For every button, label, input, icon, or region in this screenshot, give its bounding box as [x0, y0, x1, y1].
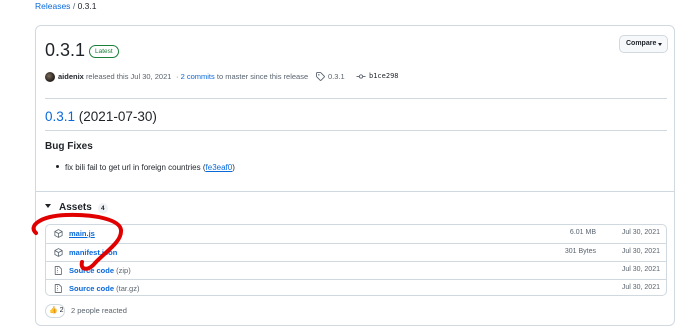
triangle-down-icon: [45, 204, 51, 209]
file-zip-icon: [54, 284, 62, 293]
section-title: Bug Fixes: [45, 141, 93, 152]
divider: [45, 130, 667, 131]
divider: [36, 191, 674, 192]
separator-dot: ·: [176, 72, 179, 81]
tag-link[interactable]: 0.3.1: [328, 71, 345, 82]
asset-link-main-js[interactable]: main.js: [69, 229, 95, 238]
breadcrumb-releases-link[interactable]: Releases: [35, 1, 70, 11]
version-date: (2021-07-30): [78, 109, 157, 124]
asset-date: Jul 30, 2021: [621, 229, 660, 236]
reaction-count: 2: [59, 307, 64, 314]
asset-row: Source code (zip) Jul 30, 2021: [46, 261, 666, 279]
latest-badge: Latest: [89, 45, 119, 58]
release-meta: aidenix released this Jul 30, 2021: [58, 71, 171, 82]
list-item-text: fix bili fail to get url in foreign coun…: [65, 163, 206, 172]
asset-link-manifest-json[interactable]: manifest.json: [69, 248, 117, 257]
commits-text: to master since this release: [216, 72, 309, 81]
asset-name: Source code: [69, 284, 115, 293]
reaction-summary: 2 people reacted: [71, 306, 127, 315]
compare-label: Compare: [626, 40, 657, 47]
assets-count-badge: 4: [97, 203, 108, 214]
asset-row: Source code (tar.gz) Jul 30, 2021: [46, 279, 666, 297]
compare-button[interactable]: Compare: [619, 35, 668, 53]
release-title: 0.3.1: [45, 40, 86, 60]
tag-icon: [316, 72, 325, 81]
reaction-button[interactable]: 👍 2: [45, 304, 65, 318]
list-item-suffix: ): [232, 163, 235, 172]
assets-toggle[interactable]: Assets 4: [45, 202, 108, 214]
assets-label: Assets: [59, 202, 92, 213]
breadcrumb: Releases / 0.3.1: [35, 1, 96, 11]
asset-name: Source code: [69, 266, 115, 275]
asset-date: Jul 30, 2021: [621, 266, 660, 273]
breadcrumb-separator: /: [72, 1, 76, 11]
released-text: released this Jul 30, 2021: [85, 72, 172, 81]
file-zip-icon: [54, 266, 62, 275]
asset-link-source-zip[interactable]: Source code (zip): [69, 266, 131, 275]
asset-link-source-targz[interactable]: Source code (tar.gz): [69, 284, 139, 293]
git-commit-icon: [356, 74, 366, 79]
assets-list: main.js 6.01 MB Jul 30, 2021 manifest.js…: [45, 224, 667, 296]
package-icon: [54, 248, 63, 257]
commits-meta: · 2 commits to master since this release: [176, 71, 308, 82]
release-card: 0.3.1 Latest Compare aidenix released th…: [35, 25, 675, 326]
asset-ext: (zip): [116, 266, 131, 275]
package-icon: [54, 229, 63, 238]
asset-ext: (tar.gz): [116, 284, 140, 293]
asset-date: Jul 30, 2021: [621, 248, 660, 255]
bullet-dot: [56, 165, 59, 169]
breadcrumb-current: 0.3.1: [77, 1, 97, 11]
commits-link[interactable]: 2 commits: [181, 72, 215, 81]
commit-sha-link[interactable]: b1ce298: [369, 71, 399, 82]
commit-ref-link[interactable]: fe3eaf0: [206, 163, 233, 172]
list-item: fix bili fail to get url in foreign coun…: [56, 163, 235, 172]
version-link[interactable]: 0.3.1: [45, 109, 75, 124]
asset-row: manifest.json 301 Bytes Jul 30, 2021: [46, 243, 666, 261]
chevron-down-icon: [658, 43, 662, 46]
author-link[interactable]: aidenix: [58, 72, 84, 81]
asset-size: 6.01 MB: [569, 229, 596, 236]
release-notes-heading: 0.3.1 (2021-07-30): [45, 109, 157, 124]
avatar[interactable]: [45, 72, 55, 82]
thumbs-up-icon: 👍: [49, 307, 58, 314]
asset-date: Jul 30, 2021: [621, 284, 660, 291]
asset-size: 301 Bytes: [564, 248, 596, 255]
divider: [45, 98, 667, 99]
asset-row: main.js 6.01 MB Jul 30, 2021: [46, 225, 666, 243]
